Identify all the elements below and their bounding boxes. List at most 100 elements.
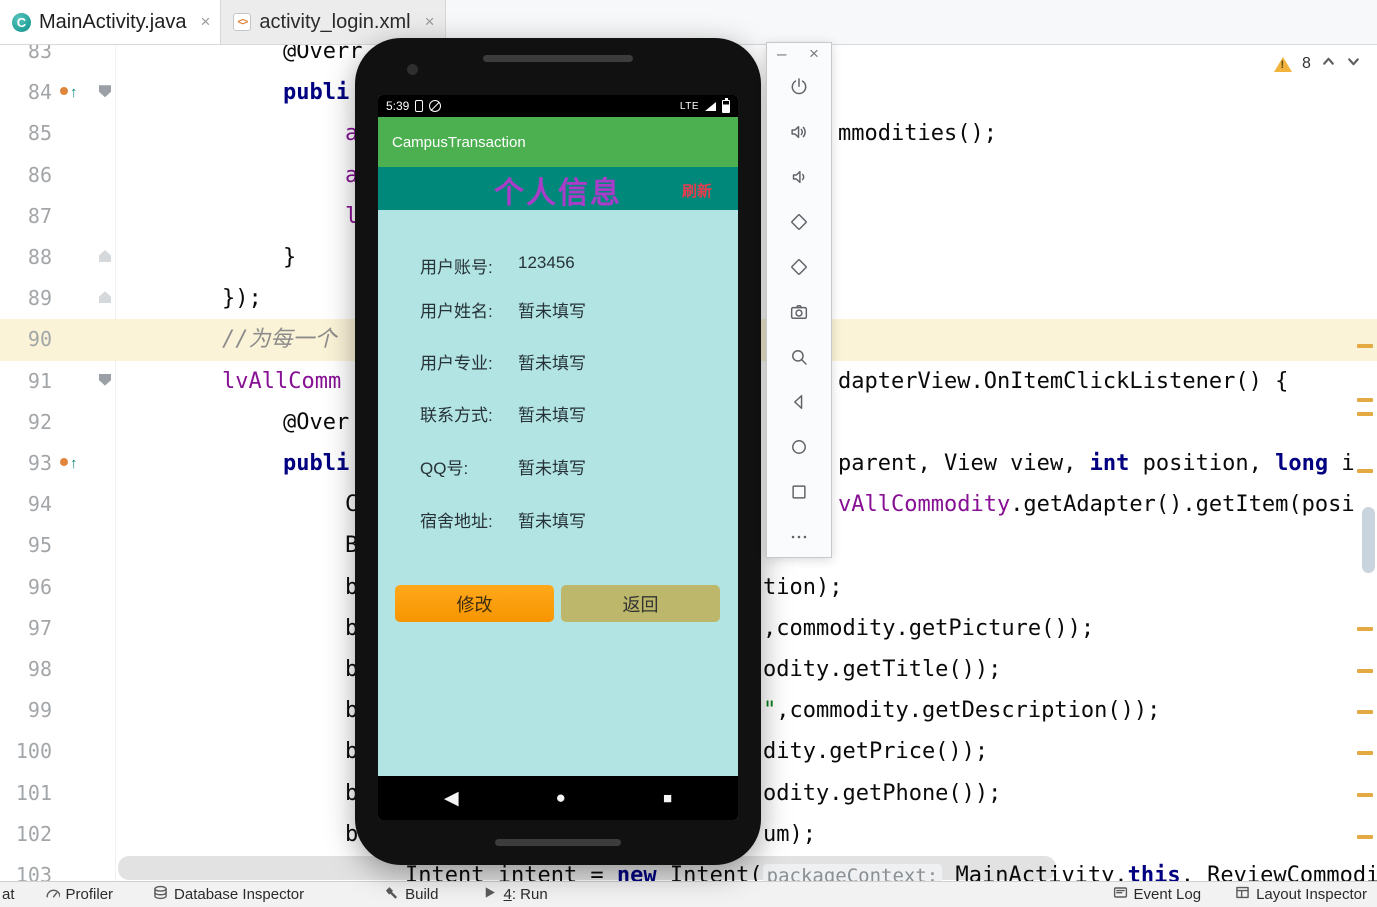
warning-stripe-mark[interactable] (1357, 627, 1373, 631)
clock: 5:39 (386, 99, 410, 113)
statusbar-label: Event Log (1133, 886, 1202, 903)
statusbar-item-database-inspector[interactable]: Database Inspector (153, 885, 304, 904)
modify-button[interactable]: 修改 (395, 585, 554, 622)
emulator-device-frame: 5:39 LTE CampusTransaction 个人信息 刷新 用户账号:… (355, 38, 761, 865)
line-number: 100 (15, 739, 52, 764)
back-icon[interactable] (787, 391, 811, 413)
signal-icon (705, 101, 716, 111)
line-number: 93 (27, 451, 52, 475)
emulator-toolbar: – × (766, 42, 832, 558)
line-number: 86 (27, 162, 52, 187)
warning-stripe-mark[interactable] (1357, 751, 1373, 755)
rotate-left-icon[interactable] (787, 211, 811, 233)
data-saver-icon (429, 100, 442, 112)
inspections-widget[interactable]: 8 (1274, 54, 1361, 74)
minimize-icon[interactable]: – (777, 44, 786, 64)
xml-file-icon: <> (233, 13, 252, 31)
line-number: 99 (27, 698, 52, 723)
pent-gutter-icon[interactable] (99, 85, 111, 98)
volume-up-icon[interactable] (787, 121, 811, 143)
java-class-icon: C (12, 12, 31, 32)
code-text-right: ",commodity.getDescription()); (763, 698, 1161, 724)
rotate-right-icon[interactable] (787, 256, 811, 278)
line-number: 98 (27, 657, 52, 681)
statusbar-right: Event Log Layout Inspector (1113, 885, 1367, 904)
line-number: 87 (27, 203, 52, 228)
nav-home-icon[interactable]: ● (556, 788, 566, 808)
statusbar-label: 4: Run (503, 886, 548, 903)
profile-field-row: 用户姓名: 暂未填写 (420, 297, 586, 322)
code-text-right: ,commodity.getPicture()); (763, 615, 1095, 641)
code-text-right: tion); (763, 574, 843, 600)
chevron-up-icon[interactable] (1321, 54, 1336, 74)
event-log-icon (1113, 885, 1128, 904)
override-gutter-icon[interactable]: ↑ (60, 456, 78, 471)
vertical-scrollbar[interactable] (1362, 507, 1375, 573)
android-status-bar: 5:39 LTE (378, 95, 738, 117)
statusbar-label: at (2, 886, 15, 903)
warning-stripe-mark[interactable] (1357, 398, 1373, 402)
code-text-left: } (283, 245, 297, 270)
tab-mainactivity-java[interactable]: C MainActivity.java × (0, 0, 222, 44)
line-number: 89 (27, 286, 52, 311)
code-text-left: publi (283, 451, 350, 476)
code-text-right: dity.getPrice()); (763, 739, 989, 765)
battery-icon (722, 97, 730, 113)
zoom-icon[interactable] (787, 346, 811, 368)
close-icon[interactable]: × (425, 12, 435, 32)
line-number: 97 (27, 615, 52, 640)
code-text-right: mmodities(); (838, 121, 997, 147)
code-text-right: um); (763, 821, 816, 847)
line-number: 85 (27, 121, 52, 146)
field-label: 用户账号: (420, 258, 493, 277)
screenshot-icon[interactable] (787, 301, 811, 323)
line-number: 96 (27, 574, 52, 599)
fold-gutter-icon[interactable] (99, 250, 111, 262)
line-number: 92 (27, 409, 52, 434)
warning-icon[interactable] (1274, 56, 1292, 72)
home-icon[interactable] (787, 436, 811, 458)
statusbar-item-event-log[interactable]: Event Log (1113, 885, 1202, 904)
profiler-icon (45, 885, 61, 904)
nav-overview-icon[interactable]: ■ (663, 790, 672, 807)
statusbar-item-layout-inspector[interactable]: Layout Inspector (1235, 885, 1367, 904)
code-text-left: lvAllComm (222, 368, 342, 394)
code-text-right: odity.getTitle()); (763, 657, 1002, 682)
volume-down-icon[interactable] (787, 166, 811, 188)
power-icon[interactable] (787, 76, 811, 98)
warning-stripe-mark[interactable] (1357, 669, 1373, 673)
hammer-icon (384, 885, 399, 904)
warning-stripe-mark[interactable] (1357, 344, 1373, 348)
close-icon[interactable]: × (200, 12, 210, 32)
warning-stripe-mark[interactable] (1357, 710, 1373, 714)
statusbar-item-profiler[interactable]: Profiler (45, 885, 113, 904)
pent-gutter-icon[interactable] (99, 373, 111, 386)
statusbar-item-build[interactable]: Build (384, 885, 438, 904)
field-value: 暂未填写 (518, 406, 586, 425)
chevron-down-icon[interactable] (1346, 54, 1361, 74)
warning-stripe-mark[interactable] (1357, 835, 1373, 839)
close-icon[interactable]: × (809, 44, 819, 64)
warning-stripe-mark[interactable] (1357, 793, 1373, 797)
app-bar-title: CampusTransaction (378, 117, 738, 167)
statusbar-label: Build (405, 886, 439, 903)
more-icon[interactable] (787, 526, 811, 548)
android-nav-bar: ◀ ● ■ (378, 776, 738, 820)
profile-field-row: QQ号: 暂未填写 (420, 454, 586, 479)
overview-icon[interactable] (787, 481, 811, 503)
return-button[interactable]: 返回 (561, 585, 720, 622)
statusbar-item-at[interactable]: at (2, 886, 15, 903)
field-value: 暂未填写 (518, 302, 586, 321)
warning-stripe-mark[interactable] (1357, 469, 1373, 473)
warning-count: 8 (1302, 55, 1311, 72)
emulator-screen[interactable]: 5:39 LTE CampusTransaction 个人信息 刷新 用户账号:… (378, 95, 738, 820)
nav-back-icon[interactable]: ◀ (444, 787, 459, 810)
refresh-link[interactable]: 刷新 (682, 180, 712, 201)
override-gutter-icon[interactable]: ↑ (60, 85, 78, 100)
warning-stripe-mark[interactable] (1357, 412, 1373, 416)
profile-field-row: 联系方式: 暂未填写 (420, 401, 586, 426)
fold-gutter-icon[interactable] (99, 291, 111, 304)
speaker-grille (483, 55, 633, 62)
line-number: 90 (27, 327, 52, 352)
statusbar-item-4-run[interactable]: 4: Run (482, 885, 548, 904)
